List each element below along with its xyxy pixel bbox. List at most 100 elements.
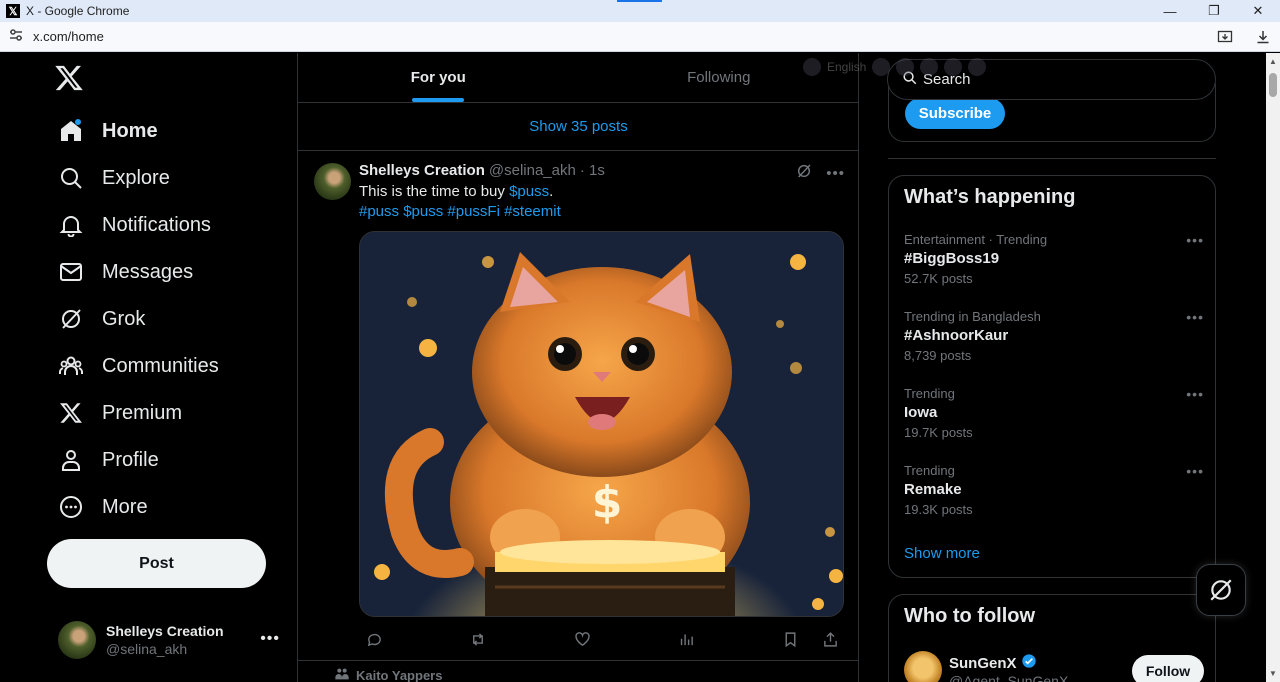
grok-icon[interactable] [796,163,812,183]
timeline: For you Following Show 35 posts Shelleys… [297,53,859,682]
home-icon [58,118,84,144]
account-switcher[interactable]: Shelleys Creation @selina_akh ••• [58,620,280,660]
x-icon [58,400,84,426]
translate-icon[interactable] [803,58,821,76]
install-app-icon[interactable] [1215,27,1235,47]
show-new-posts-button[interactable]: Show 35 posts [298,103,859,151]
nav-home[interactable]: Home [58,111,158,151]
grok-floating-button[interactable] [1196,564,1246,616]
tab-for-you[interactable]: For you [298,53,579,102]
help-icon[interactable] [944,58,963,76]
tweet-image[interactable]: $ [359,231,844,617]
bookmark-icon[interactable] [775,629,805,649]
more-dots-icon[interactable]: ••• [1186,463,1204,479]
follow-suggestion[interactable]: SunGenX @Agent_SunGenX Follow [904,651,1204,682]
translator-toolbar[interactable]: English [803,55,1118,79]
like-icon[interactable] [567,629,597,649]
toolbar-button-icon[interactable] [896,58,915,76]
next-post-context[interactable]: Kaito Yappers [334,667,442,682]
address-bar[interactable]: x.com/home [0,22,1280,52]
grok-icon [1210,579,1232,601]
tweet-hashtags[interactable]: #puss $puss #pussFi #steemit [359,202,561,222]
nav-notifications[interactable]: Notifications [58,205,211,245]
divider [888,158,1216,159]
trend-name: #BiggBoss19 [904,250,1000,267]
nav-messages[interactable]: Messages [58,252,193,292]
scroll-up-icon[interactable]: ▲ [1269,57,1277,66]
restore-button[interactable]: ❐ [1192,0,1236,22]
avatar[interactable] [904,651,942,682]
timeline-tabs: For you Following [298,53,859,103]
nav-premium[interactable]: Premium [58,393,182,433]
share-icon[interactable] [815,629,845,649]
more-dots-icon[interactable]: ••• [826,165,845,182]
nav-communities[interactable]: Communities [58,346,219,386]
nav-profile-label: Profile [102,448,159,471]
trend-count: 52.7K posts [904,271,973,286]
more-dots-icon[interactable]: ••• [1186,232,1204,248]
cat-with-treasure-image: $ [360,232,843,616]
nav-messages-label: Messages [102,260,194,283]
views-icon[interactable] [671,629,701,649]
language-select[interactable]: English [827,60,866,74]
tweet-avatar[interactable] [314,163,351,200]
minimize-button[interactable]: — [1148,0,1192,22]
nav-grok-label: Grok [102,307,146,330]
bell-icon [58,212,84,238]
x-favicon-icon: 𝕏 [6,4,20,18]
toolbar-button-icon[interactable] [920,58,939,76]
envelope-icon [58,259,84,285]
window-title: X - Google Chrome [26,4,130,18]
show-more-link[interactable]: Show more [904,545,980,562]
scroll-down-icon[interactable]: ▼ [1269,669,1277,678]
x-logo-icon[interactable] [54,63,84,93]
close-icon[interactable] [968,58,987,76]
account-handle: @selina_akh [106,641,188,657]
nav-grok[interactable]: Grok [58,299,145,339]
trend-item[interactable]: Trending in Bangladesh #AshnoorKaur 8,73… [904,309,1204,363]
nav-more[interactable]: More [58,487,148,527]
subscribe-button[interactable]: Subscribe [905,98,1005,129]
tweet-time[interactable]: · 1s [580,162,605,179]
nav-profile[interactable]: Profile [58,440,159,480]
tweet-header: Shelleys Creation @selina_akh · 1s [359,162,605,179]
nav-communities-label: Communities [102,354,219,377]
suggestion-name-row: SunGenX [949,653,1037,673]
nav-premium-label: Premium [102,401,183,424]
trend-item[interactable]: Entertainment · Trending #BiggBoss19 52.… [904,232,1204,286]
x-page: Home Explore Notifications Messages Grok [0,53,1266,682]
trend-category: Trending in Bangladesh [904,309,1041,324]
next-post-label: Kaito Yappers [356,668,443,682]
repost-icon[interactable] [463,629,493,649]
grok-icon [58,306,84,332]
browser-title-bar: 𝕏 X - Google Chrome — ❐ ✕ [0,0,1280,22]
tweet-top-icons: ••• [796,163,845,183]
reply-icon[interactable] [359,629,389,649]
who-to-follow-title: Who to follow [904,605,1036,627]
page-scrollbar[interactable]: ▲ ▼ [1266,53,1280,682]
post-button[interactable]: Post [47,539,266,588]
url-text[interactable]: x.com/home [33,29,104,44]
tweet[interactable]: Shelleys Creation @selina_akh · 1s ••• T… [298,151,859,661]
trend-count: 8,739 posts [904,348,972,363]
tweet-author-handle[interactable]: @selina_akh [489,162,576,179]
suggestion-name[interactable]: SunGenX [949,655,1017,672]
trend-item[interactable]: Trending Iowa 19.7K posts ••• [904,386,1204,440]
more-dots-icon[interactable]: ••• [1186,309,1204,325]
follow-button[interactable]: Follow [1132,655,1204,682]
site-info-icon[interactable] [9,29,23,44]
tweet-author-name[interactable]: Shelleys Creation [359,162,485,179]
download-icon[interactable] [1253,27,1273,47]
svg-text:$: $ [592,477,623,528]
nav-explore[interactable]: Explore [58,158,170,198]
close-window-button[interactable]: ✕ [1236,0,1280,22]
scrollbar-thumb[interactable] [1269,73,1277,97]
person-icon [58,447,84,473]
trend-category: Trending [904,463,955,478]
trend-item[interactable]: Trending Remake 19.3K posts ••• [904,463,1204,517]
toolbar-button-icon[interactable] [872,58,891,76]
more-dots-icon[interactable]: ••• [1186,386,1204,402]
more-dots-icon[interactable]: ••• [260,630,280,648]
who-to-follow-panel: Who to follow SunGenX @Agent_SunGenX Fol… [888,594,1216,682]
cashtag-link[interactable]: $puss [509,183,549,200]
